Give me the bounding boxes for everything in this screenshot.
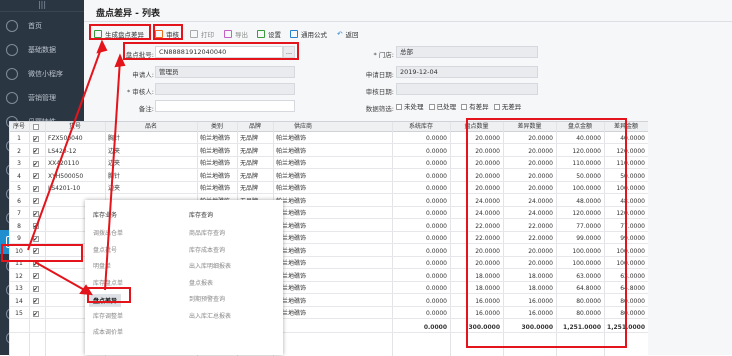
annotation-arrows — [27, 39, 126, 296]
